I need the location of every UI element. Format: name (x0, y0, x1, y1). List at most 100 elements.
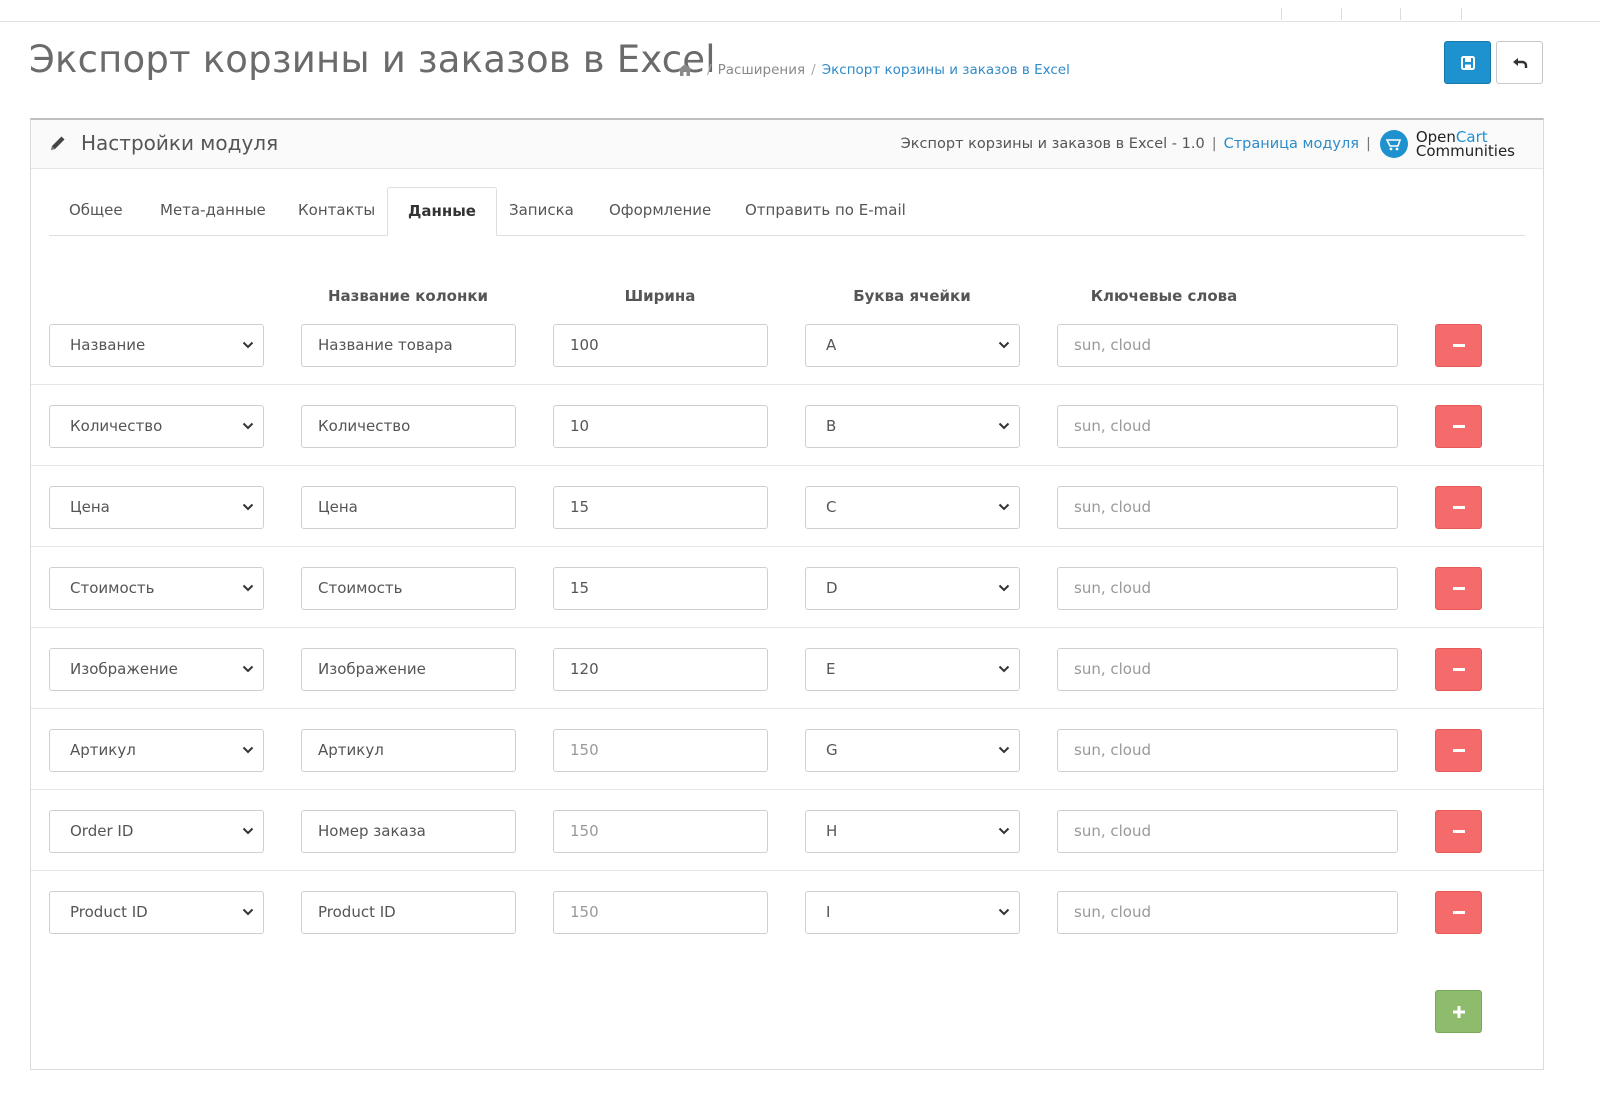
width-input[interactable]: 15 (553, 486, 768, 529)
chevron-down-icon (998, 341, 1010, 349)
width-input[interactable]: 150 (553, 810, 768, 853)
table-row: Product ID Product ID 150 Isun, cloud (31, 871, 1543, 952)
column-name-value: Номер заказа (318, 822, 426, 840)
cell-letter-select[interactable]: H (805, 810, 1020, 853)
keywords-input[interactable]: sun, cloud (1057, 810, 1398, 853)
field-select[interactable]: Стоимость (49, 567, 264, 610)
cell-letter-select[interactable]: D (805, 567, 1020, 610)
minus-icon (1452, 506, 1465, 509)
column-name-value: Количество (318, 417, 411, 435)
remove-row-button[interactable] (1435, 405, 1482, 448)
remove-row-button[interactable] (1435, 324, 1482, 367)
tab-contacts[interactable]: Контакты (278, 187, 395, 236)
tab-bar: Общее Мета-данные Контакты Данные Записк… (49, 187, 1525, 236)
tab-data[interactable]: Данные (387, 187, 497, 236)
add-row-button[interactable] (1435, 990, 1482, 1033)
field-select-value: Order ID (70, 822, 134, 840)
column-name-input[interactable]: Product ID (301, 891, 516, 934)
top-strip (0, 0, 1600, 22)
keywords-input[interactable]: sun, cloud (1057, 324, 1398, 367)
tab-design[interactable]: Оформление (589, 187, 731, 236)
column-name-input[interactable]: Название товара (301, 324, 516, 367)
column-header-name: Название колонки (327, 287, 489, 305)
field-select-value: Стоимость (70, 579, 155, 597)
breadcrumb-separator: / (707, 62, 712, 78)
top-divider (1461, 8, 1462, 20)
table-row: Order ID Номер заказа 150 Hsun, cloud (31, 790, 1543, 871)
width-input[interactable]: 150 (553, 729, 768, 772)
breadcrumb-current[interactable]: Экспорт корзины и заказов в Excel (822, 62, 1070, 78)
column-name-input[interactable]: Стоимость (301, 567, 516, 610)
home-icon[interactable] (677, 63, 693, 77)
column-name-value: Название товара (318, 336, 453, 354)
tab-note[interactable]: Записка (489, 187, 594, 236)
width-input[interactable]: 120 (553, 648, 768, 691)
panel-title: Настройки модуля (49, 131, 278, 155)
keywords-input[interactable]: sun, cloud (1057, 891, 1398, 934)
field-select[interactable]: Артикул (49, 729, 264, 772)
keywords-input[interactable]: sun, cloud (1057, 567, 1398, 610)
width-input[interactable]: 15 (553, 567, 768, 610)
keywords-input[interactable]: sun, cloud (1057, 648, 1398, 691)
keywords-placeholder: sun, cloud (1074, 660, 1151, 678)
chevron-down-icon (998, 746, 1010, 754)
width-input[interactable]: 150 (553, 891, 768, 934)
tab-general[interactable]: Общее (49, 187, 143, 236)
table-row: Изображение Изображение 120 Esun, cloud (31, 628, 1543, 709)
keywords-input[interactable]: sun, cloud (1057, 486, 1398, 529)
column-name-input[interactable]: Номер заказа (301, 810, 516, 853)
width-placeholder: 150 (570, 741, 599, 759)
column-name-input[interactable]: Артикул (301, 729, 516, 772)
tab-meta-data[interactable]: Мета-данные (140, 187, 286, 236)
settings-panel: Настройки модуля Экспорт корзины и заказ… (30, 118, 1544, 1070)
remove-row-button[interactable] (1435, 810, 1482, 853)
remove-row-button[interactable] (1435, 486, 1482, 529)
cell-letter-select[interactable]: G (805, 729, 1020, 772)
width-value: 120 (570, 660, 599, 678)
column-name-input[interactable]: Количество (301, 405, 516, 448)
page-title: Экспорт корзины и заказов в Excel (29, 38, 716, 81)
width-placeholder: 150 (570, 903, 599, 921)
remove-row-button[interactable] (1435, 567, 1482, 610)
remove-row-button[interactable] (1435, 648, 1482, 691)
field-select-value: Артикул (70, 741, 136, 759)
keywords-input[interactable]: sun, cloud (1057, 405, 1398, 448)
page-header: Экспорт корзины и заказов в Excel / Расш… (29, 38, 1575, 88)
field-select[interactable]: Цена (49, 486, 264, 529)
cell-letter-select[interactable]: B (805, 405, 1020, 448)
keywords-input[interactable]: sun, cloud (1057, 729, 1398, 772)
panel-heading: Настройки модуля Экспорт корзины и заказ… (31, 120, 1543, 169)
tab-send-email[interactable]: Отправить по E-mail (725, 187, 926, 236)
field-select[interactable]: Количество (49, 405, 264, 448)
cell-letter-value: A (826, 336, 837, 354)
cell-letter-select[interactable]: I (805, 891, 1020, 934)
save-button[interactable] (1444, 41, 1491, 84)
field-select[interactable]: Название (49, 324, 264, 367)
field-select[interactable]: Изображение (49, 648, 264, 691)
table-row: Количество Количество 10 Bsun, cloud (31, 385, 1543, 466)
width-input[interactable]: 100 (553, 324, 768, 367)
column-name-input[interactable]: Изображение (301, 648, 516, 691)
column-name-value: Цена (318, 498, 358, 516)
remove-row-button[interactable] (1435, 891, 1482, 934)
opencart-communities-logo[interactable]: OpenCart Communities (1379, 130, 1515, 159)
remove-row-button[interactable] (1435, 729, 1482, 772)
field-select[interactable]: Product ID (49, 891, 264, 934)
minus-icon (1452, 587, 1465, 590)
cell-letter-select[interactable]: A (805, 324, 1020, 367)
width-input[interactable]: 10 (553, 405, 768, 448)
back-button[interactable] (1496, 41, 1543, 84)
field-select[interactable]: Order ID (49, 810, 264, 853)
cell-letter-select[interactable]: E (805, 648, 1020, 691)
cell-letter-value: C (826, 498, 837, 516)
panel-title-text: Настройки модуля (81, 131, 279, 155)
column-name-input[interactable]: Цена (301, 486, 516, 529)
column-name-value: Product ID (318, 903, 396, 921)
chevron-down-icon (998, 908, 1010, 916)
width-value: 100 (570, 336, 599, 354)
module-page-link[interactable]: Страница модуля (1224, 136, 1359, 152)
cell-letter-select[interactable]: C (805, 486, 1020, 529)
keywords-placeholder: sun, cloud (1074, 498, 1151, 516)
breadcrumb-extensions[interactable]: Расширения (718, 62, 806, 78)
minus-icon (1452, 668, 1465, 671)
